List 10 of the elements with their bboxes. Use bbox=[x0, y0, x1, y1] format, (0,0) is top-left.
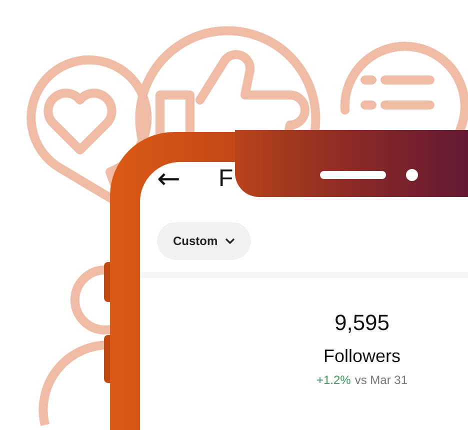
back-icon[interactable]: ← bbox=[157, 165, 180, 193]
speaker-icon bbox=[320, 171, 386, 179]
follower-label: Followers bbox=[323, 346, 401, 367]
follower-count: 9,595 bbox=[334, 310, 390, 336]
comparison-date: vs Mar 31 bbox=[354, 373, 408, 387]
chevron-down-icon bbox=[224, 238, 235, 244]
page-title: F bbox=[218, 165, 234, 193]
camera-icon bbox=[406, 169, 418, 181]
date-filter-dropdown[interactable]: Custom bbox=[157, 222, 251, 260]
growth-percentage: +1.2% bbox=[316, 373, 351, 387]
